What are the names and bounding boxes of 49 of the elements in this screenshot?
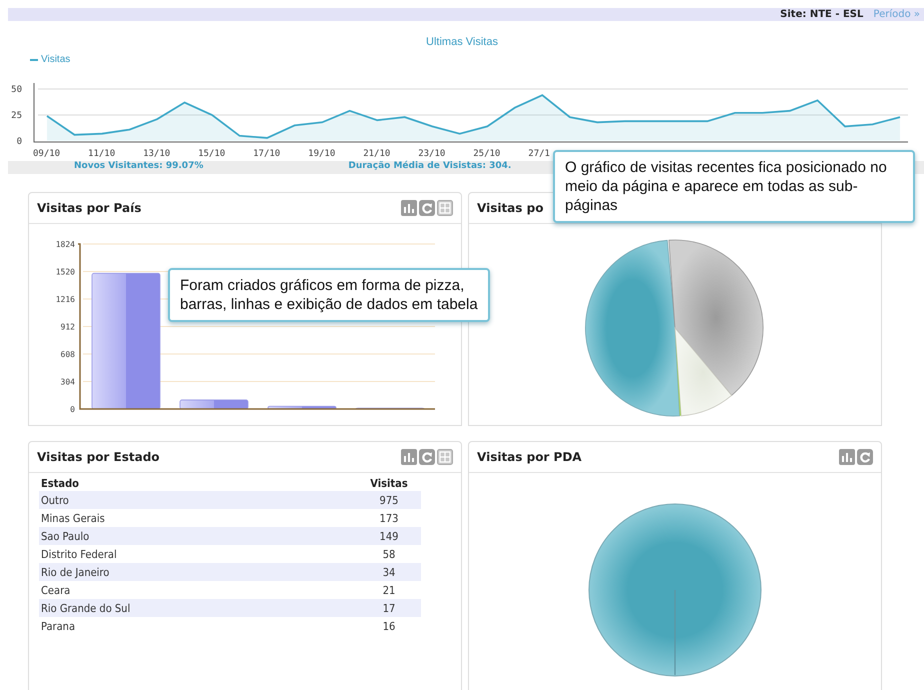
axis-label: 608 (60, 350, 75, 359)
axis-label: 304 (60, 378, 75, 386)
axis-label: 09/10 (33, 149, 60, 159)
axis-label: 11/10 (88, 149, 116, 159)
axis-label: 21/10 (363, 149, 390, 159)
axis-label: 0 (70, 405, 75, 414)
table-cell: 173 (357, 509, 421, 527)
axis-label: 19/10 (308, 149, 336, 159)
axis-label: 17/10 (253, 149, 280, 159)
table-cell: 975 (357, 491, 421, 509)
table-cell: Outro (39, 491, 357, 509)
axis-label: 50 (11, 85, 22, 95)
callout-note: Foram criados gráficos em forma de pizza, barras, linhas e exibição de dados em tabela (168, 268, 490, 322)
table-cell: 17 (357, 599, 421, 617)
panel-title: Visitas po (477, 201, 544, 215)
table-cell: 58 (357, 545, 421, 563)
table-cell: 34 (357, 563, 421, 581)
column-header: Visitas (357, 475, 421, 491)
stat-text: Novos Visitantes: 99.07% (74, 161, 204, 173)
table-cell: 21 (357, 581, 421, 599)
table-cell: Sao Paulo (39, 527, 357, 545)
axis-label: 0 (16, 137, 22, 147)
table-cell: Ceara (39, 581, 357, 599)
table-cell: 16 (357, 617, 421, 635)
table-cell: Distrito Federal (39, 545, 357, 563)
table-cell: Minas Gerais (39, 509, 357, 527)
site-label: Site: NTE - ESL (780, 9, 864, 20)
axis-label: 1824 (56, 240, 75, 249)
legend-label: Visitas (41, 54, 70, 65)
table-cell: Rio de Janeiro (39, 563, 357, 581)
axis-label: 23/10 (418, 149, 446, 159)
axis-label: 27/1 (528, 149, 550, 159)
axis-label: 25 (11, 111, 22, 121)
callout-note: O gráfico de visitas recentes fica posicionado no meio da página e aparece em todas as sub-páginas (553, 150, 915, 223)
column-header: Estado (39, 475, 357, 491)
table-cell: Rio Grande do Sul (39, 599, 357, 617)
axis-label: 1216 (56, 295, 75, 304)
panel-title: Visitas por PDA (477, 450, 582, 464)
table-cell: Parana (39, 617, 357, 635)
axis-label: 25/10 (473, 149, 500, 159)
axis-label: 15/10 (198, 149, 226, 159)
table-cell: 149 (357, 527, 421, 545)
axis-label: 912 (60, 322, 75, 332)
stat-text: Duração Média de Visistas: 304. (348, 161, 512, 173)
axis-label: 13/10 (143, 149, 170, 159)
panel-title: Visitas por Estado (37, 450, 160, 464)
chart-title: Ultimas Visitas (425, 36, 499, 48)
panel-title: Visitas por País (37, 201, 142, 215)
axis-label: 1520 (56, 268, 75, 276)
